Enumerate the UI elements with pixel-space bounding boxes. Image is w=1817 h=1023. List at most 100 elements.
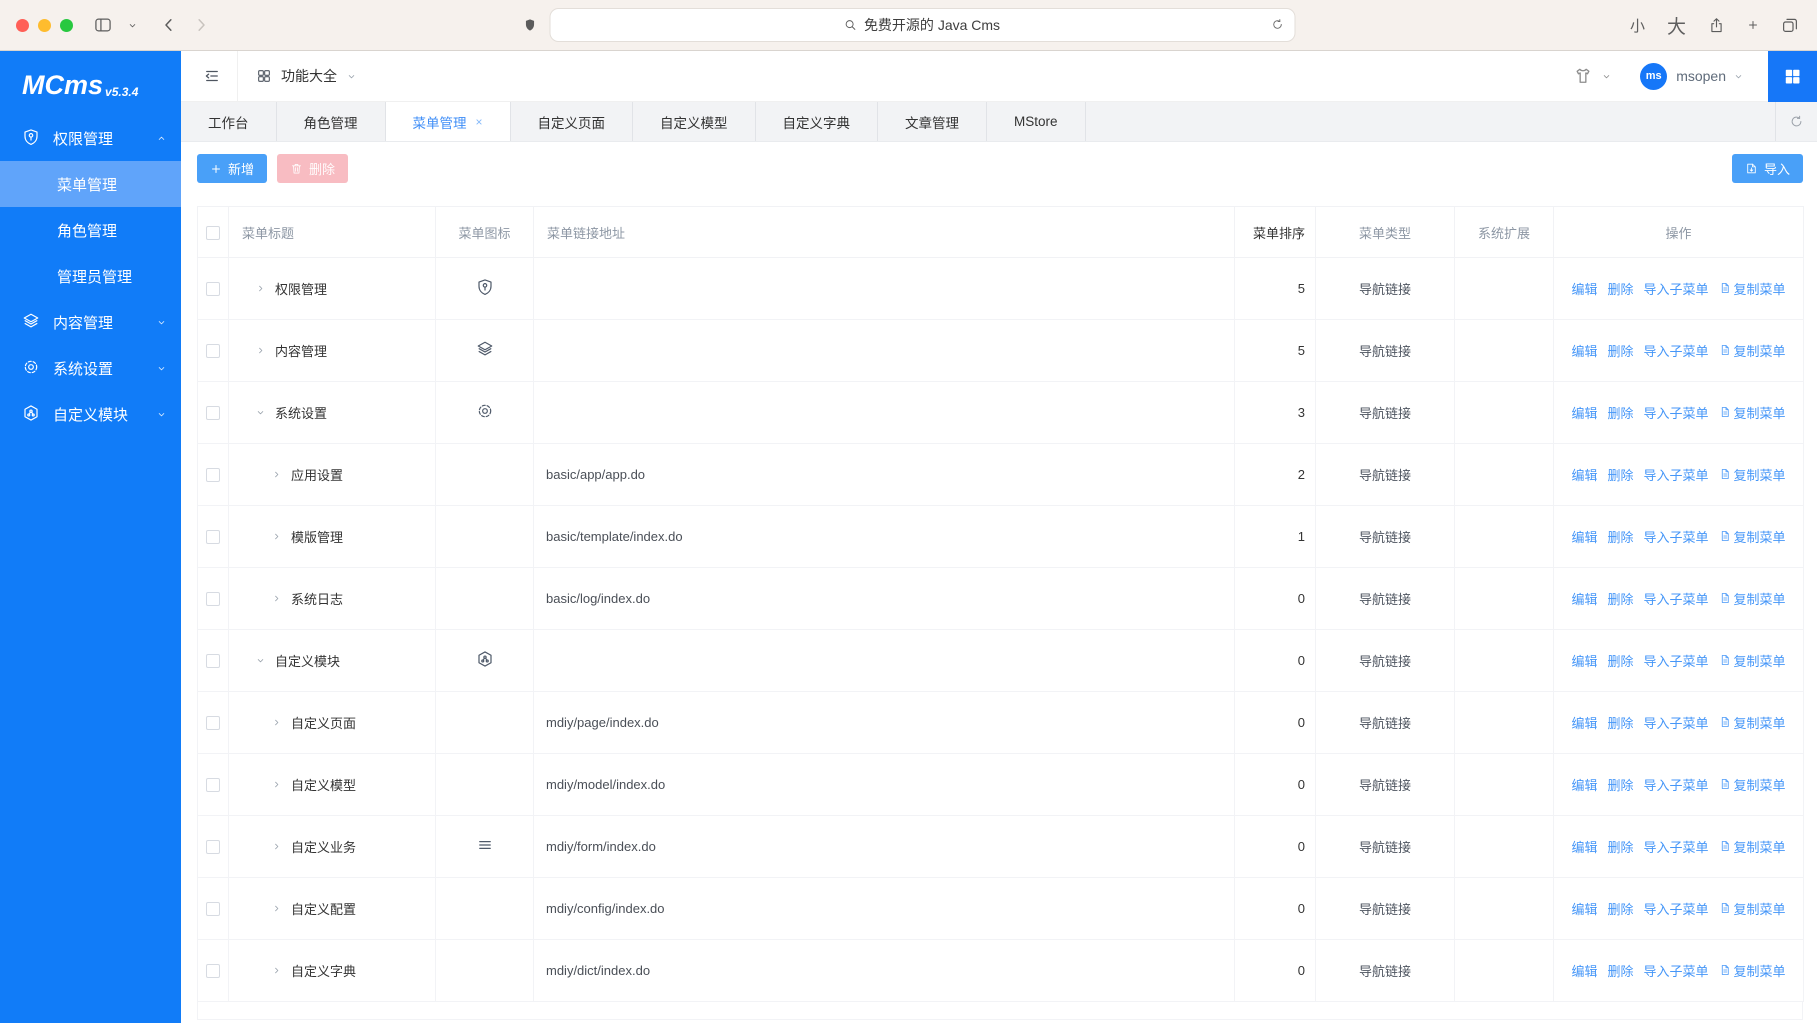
row-checkbox[interactable] (206, 468, 220, 482)
tab[interactable]: 自定义字典 (756, 102, 879, 141)
action-edit-link[interactable]: 编辑 (1571, 279, 1597, 298)
collapse-sidebar-icon[interactable] (203, 67, 221, 85)
action-copy-menu-link[interactable]: 复制菜单 (1719, 341, 1786, 360)
select-all-checkbox[interactable] (206, 226, 220, 240)
row-checkbox[interactable] (206, 840, 220, 854)
action-copy-menu-link[interactable]: 复制菜单 (1719, 713, 1786, 732)
action-copy-menu-link[interactable]: 复制菜单 (1719, 279, 1786, 298)
tab[interactable]: 自定义模型 (633, 102, 756, 141)
action-import-submenu-link[interactable]: 导入子菜单 (1644, 589, 1709, 608)
action-delete-link[interactable]: 删除 (1607, 961, 1633, 980)
avatar[interactable]: ms (1640, 63, 1667, 90)
action-edit-link[interactable]: 编辑 (1571, 403, 1597, 422)
action-edit-link[interactable]: 编辑 (1571, 465, 1597, 484)
action-copy-menu-link[interactable]: 复制菜单 (1719, 775, 1786, 794)
action-import-submenu-link[interactable]: 导入子菜单 (1644, 713, 1709, 732)
browser-sidebar-icon[interactable] (93, 15, 113, 35)
expand-arrow-icon[interactable] (271, 779, 282, 790)
text-smaller-button[interactable]: 小 (1630, 15, 1645, 36)
action-copy-menu-link[interactable]: 复制菜单 (1719, 465, 1786, 484)
expand-arrow-icon[interactable] (271, 469, 282, 480)
action-edit-link[interactable]: 编辑 (1571, 527, 1597, 546)
sidebar-item-gear[interactable]: 系统设置 (0, 345, 181, 391)
row-checkbox[interactable] (206, 964, 220, 978)
reload-icon[interactable] (1270, 18, 1284, 32)
expand-arrow-icon[interactable] (271, 903, 282, 914)
action-copy-menu-link[interactable]: 复制菜单 (1719, 589, 1786, 608)
fullscreen-window-button[interactable] (60, 19, 73, 32)
row-checkbox[interactable] (206, 592, 220, 606)
add-button[interactable]: 新增 (197, 154, 267, 183)
expand-arrow-icon[interactable] (271, 593, 282, 604)
delete-button[interactable]: 删除 (277, 154, 348, 183)
action-delete-link[interactable]: 删除 (1607, 713, 1633, 732)
close-tab-icon[interactable]: × (476, 115, 483, 129)
refresh-tab-button[interactable] (1775, 102, 1817, 141)
action-delete-link[interactable]: 删除 (1607, 651, 1633, 670)
action-edit-link[interactable]: 编辑 (1571, 961, 1597, 980)
privacy-shield-icon[interactable] (522, 15, 537, 35)
import-button[interactable]: 导入 (1732, 154, 1803, 183)
expand-arrow-icon[interactable] (255, 283, 266, 294)
theme-dropdown[interactable] (1573, 66, 1612, 86)
sidebar-subitem[interactable]: 角色管理 (0, 207, 181, 253)
new-tab-icon[interactable] (1747, 19, 1759, 31)
sidebar-item-shield[interactable]: 权限管理 (0, 115, 181, 161)
row-checkbox[interactable] (206, 902, 220, 916)
text-larger-button[interactable]: 大 (1667, 12, 1686, 39)
tab-overview-icon[interactable] (1781, 16, 1799, 34)
tab[interactable]: 自定义页面 (511, 102, 634, 141)
action-import-submenu-link[interactable]: 导入子菜单 (1644, 341, 1709, 360)
action-import-submenu-link[interactable]: 导入子菜单 (1644, 775, 1709, 794)
expand-arrow-icon[interactable] (255, 345, 266, 356)
share-icon[interactable] (1708, 17, 1725, 34)
row-checkbox[interactable] (206, 282, 220, 296)
sidebar-subitem[interactable]: 菜单管理 (0, 161, 181, 207)
row-checkbox[interactable] (206, 654, 220, 668)
action-delete-link[interactable]: 删除 (1607, 775, 1633, 794)
address-bar[interactable]: 免费开源的 Java Cms (549, 8, 1295, 42)
action-edit-link[interactable]: 编辑 (1571, 341, 1597, 360)
row-checkbox[interactable] (206, 716, 220, 730)
action-edit-link[interactable]: 编辑 (1571, 899, 1597, 918)
action-import-submenu-link[interactable]: 导入子菜单 (1644, 961, 1709, 980)
action-delete-link[interactable]: 删除 (1607, 837, 1633, 856)
expand-arrow-icon[interactable] (271, 841, 282, 852)
action-delete-link[interactable]: 删除 (1607, 527, 1633, 546)
action-import-submenu-link[interactable]: 导入子菜单 (1644, 279, 1709, 298)
expand-arrow-icon[interactable] (271, 717, 282, 728)
action-delete-link[interactable]: 删除 (1607, 465, 1633, 484)
action-copy-menu-link[interactable]: 复制菜单 (1719, 527, 1786, 546)
expand-arrow-icon[interactable] (255, 407, 266, 418)
action-copy-menu-link[interactable]: 复制菜单 (1719, 403, 1786, 422)
expand-arrow-icon[interactable] (271, 531, 282, 542)
action-import-submenu-link[interactable]: 导入子菜单 (1644, 651, 1709, 670)
action-copy-menu-link[interactable]: 复制菜单 (1719, 961, 1786, 980)
tab[interactable]: 工作台 (181, 102, 277, 141)
row-checkbox[interactable] (206, 344, 220, 358)
action-delete-link[interactable]: 删除 (1607, 899, 1633, 918)
expand-arrow-icon[interactable] (271, 965, 282, 976)
action-import-submenu-link[interactable]: 导入子菜单 (1644, 837, 1709, 856)
tab[interactable]: 角色管理 (277, 102, 386, 141)
action-delete-link[interactable]: 删除 (1607, 341, 1633, 360)
back-icon[interactable] (160, 16, 178, 34)
action-delete-link[interactable]: 删除 (1607, 589, 1633, 608)
row-checkbox[interactable] (206, 530, 220, 544)
action-copy-menu-link[interactable]: 复制菜单 (1719, 651, 1786, 670)
action-edit-link[interactable]: 编辑 (1571, 651, 1597, 670)
action-delete-link[interactable]: 删除 (1607, 403, 1633, 422)
chevron-down-icon[interactable] (1733, 71, 1744, 82)
action-import-submenu-link[interactable]: 导入子菜单 (1644, 403, 1709, 422)
action-edit-link[interactable]: 编辑 (1571, 713, 1597, 732)
minimize-window-button[interactable] (38, 19, 51, 32)
sidebar-caret-icon[interactable] (127, 20, 138, 31)
close-window-button[interactable] (16, 19, 29, 32)
sidebar-item-layers[interactable]: 内容管理 (0, 299, 181, 345)
action-edit-link[interactable]: 编辑 (1571, 775, 1597, 794)
action-delete-link[interactable]: 删除 (1607, 279, 1633, 298)
apps-grid-button[interactable] (1768, 51, 1817, 102)
action-edit-link[interactable]: 编辑 (1571, 589, 1597, 608)
tab[interactable]: MStore (987, 102, 1086, 141)
row-checkbox[interactable] (206, 778, 220, 792)
